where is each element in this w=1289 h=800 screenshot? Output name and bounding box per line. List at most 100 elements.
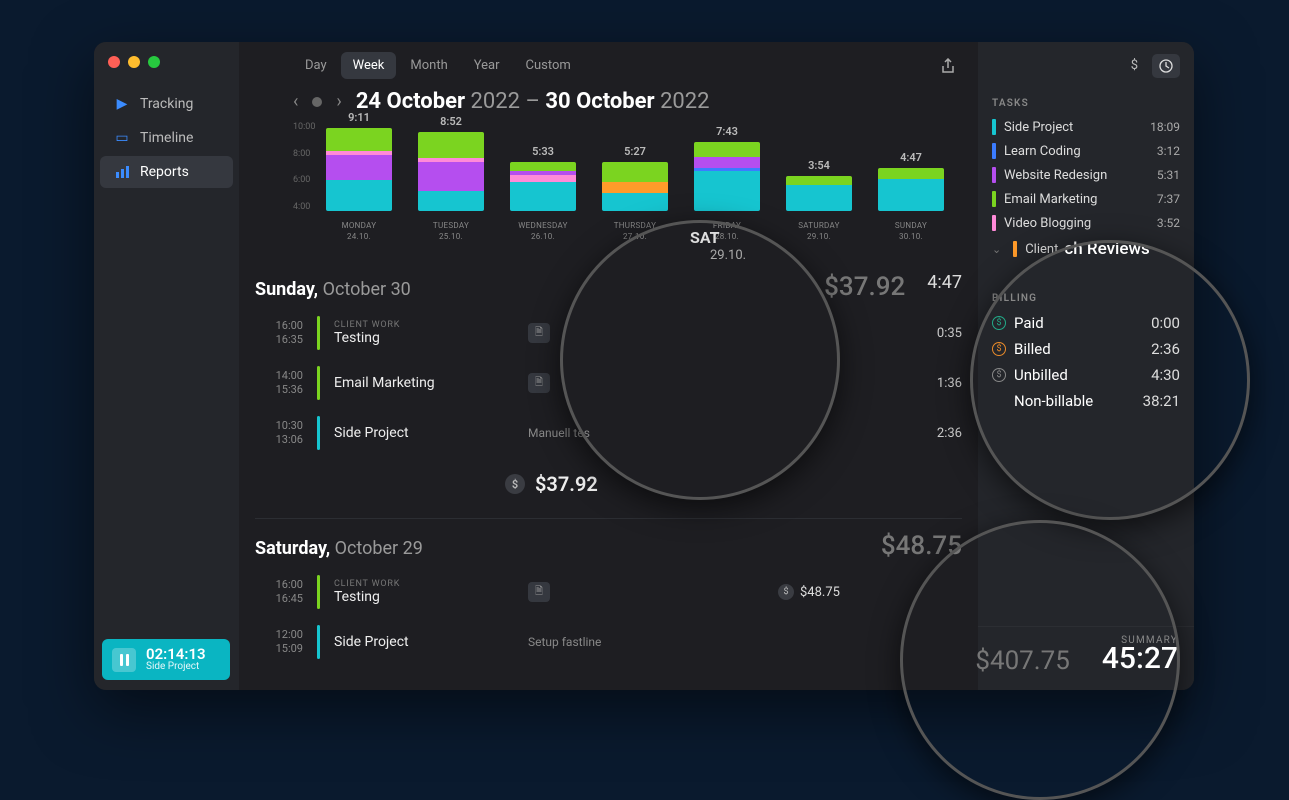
entry-time-range: 16:0016:35 [255,319,303,348]
date-from-year: 2022 [471,89,520,114]
billing-item[interactable]: $Unbilled4:30 [992,362,1180,388]
bar-segment [694,171,760,212]
bar-segment [786,176,852,185]
task-item[interactable]: Email Marketing7:37 [992,187,1180,211]
entry-client: CLIENT WORK [334,320,514,330]
task-item[interactable]: Side Project18:09 [992,115,1180,139]
document-icon[interactable]: 🗎 [528,582,550,602]
entry-color-bar [317,366,320,400]
bar-day-label: THURSDAY27.10. [614,221,657,242]
chart-day[interactable]: 7:43FRIDAY28.10. [693,125,761,242]
chart-yaxis: 10:008:006:004:00 [293,122,315,242]
timer-widget[interactable]: 02:14:13 Side Project [102,639,230,680]
bar-segment [602,193,668,211]
document-icon[interactable]: 🗎 [528,373,550,393]
entry-client: CLIENT WORK [334,579,514,589]
bar-total: 5:27 [624,145,646,158]
task-item[interactable]: Video Blogging3:52 [992,211,1180,235]
task-name: Client [1025,242,1058,257]
task-name: Side Project [1004,120,1073,135]
share-icon[interactable] [934,54,962,78]
entry-time-range: 16:0016:45 [255,578,303,607]
pause-button[interactable] [112,648,136,672]
close-icon[interactable] [108,56,120,68]
document-icon[interactable]: 🗎 [528,323,550,343]
range-tab-month[interactable]: Month [398,52,459,79]
chart-day[interactable]: 9:11MONDAY24.10. [325,111,393,242]
time-entry[interactable]: 12:0015:09Side ProjectSetup fastline [255,617,962,667]
billing-section-label: BILLING [992,293,1180,304]
date-from-day: 24 October [356,89,465,114]
timeline-icon: ▭ [114,130,130,146]
today-button[interactable] [312,97,322,107]
task-item[interactable]: Learn Coding3:12 [992,139,1180,163]
task-color-swatch [1013,241,1017,257]
range-tab-custom[interactable]: Custom [514,52,583,79]
entry-note: 🗎 [528,582,764,602]
currency-toggle[interactable]: $ [1125,54,1144,78]
entry-color-bar [317,575,320,609]
y-tick: 8:00 [293,149,315,159]
bar-day-label: SUNDAY30.10. [895,221,927,242]
sidebar-item-tracking[interactable]: ▶ Tracking [100,88,233,120]
bill-name: Billed [1014,340,1051,358]
task-item[interactable]: ⌄Clientch Reviews [992,235,1180,263]
bill-status-icon: $ [992,316,1006,330]
topbar: DayWeekMonthYearCustom [239,42,978,85]
billing-list: $Paid0:00$Billed2:36$Unbilled4:30Non-bil… [992,310,1180,414]
chart-day[interactable]: 5:33WEDNESDAY26.10. [509,145,577,242]
chart-day[interactable]: 4:47SUNDAY30.10. [877,151,945,242]
bill-name: Unbilled [1014,366,1068,384]
chart-day[interactable]: 8:52TUESDAY25.10. [417,115,485,242]
chevron-down-icon[interactable]: ⌄ [992,243,1001,256]
range-tab-week[interactable]: Week [341,52,397,79]
billing-item[interactable]: $Paid0:00 [992,310,1180,336]
bar-segment [510,182,576,211]
sidebar-nav: ▶ Tracking ▭ Timeline Reports [94,78,239,190]
date-to-day: 30 October [545,89,654,114]
prev-period-button[interactable]: ‹ [293,91,298,112]
sidebar-item-reports[interactable]: Reports [100,156,233,188]
bill-duration: 2:36 [1151,340,1180,358]
billing-item[interactable]: Non-billable38:21 [992,388,1180,414]
chart-day[interactable]: 3:54SATURDAY29.10. [785,159,853,242]
time-entry[interactable]: 10:3013:06Side ProjectManuell tes2:36 [255,408,962,458]
day-title: Sunday, October 30 [255,279,411,300]
bar-total: 8:52 [440,115,462,128]
summary-label: SUMMARY [1121,635,1178,646]
task-name: Learn Coding [1004,144,1081,159]
time-entry[interactable]: 16:0016:35CLIENT WORKTesting🗎0:35 [255,308,962,358]
range-tab-year[interactable]: Year [462,52,512,79]
week-chart: 10:008:006:004:00 9:11MONDAY24.10.8:52TU… [239,122,978,250]
lens-day-date: 29.10. [710,248,746,263]
task-item[interactable]: Website Redesign5:31 [992,163,1180,187]
bar-segment [510,175,576,182]
main-panel: DayWeekMonthYearCustom ‹ › 24 October 20… [239,42,978,690]
timer-text: 02:14:13 Side Project [146,647,206,672]
day-title: Saturday, October 29 [255,538,423,559]
bar-segment [878,179,944,211]
task-color-swatch [992,215,996,231]
clock-toggle[interactable] [1152,54,1180,78]
range-tab-day[interactable]: Day [293,52,339,79]
time-entry[interactable]: 14:0015:36Email Marketing🗎1:36 [255,358,962,408]
bar-segment [786,185,852,211]
sidebar-item-timeline[interactable]: ▭ Timeline [100,122,233,154]
entry-color-bar [317,316,320,350]
minimize-icon[interactable] [128,56,140,68]
bar-segment [694,157,760,168]
billing-item[interactable]: $Billed2:36 [992,336,1180,362]
billed-amount: $37.92 [535,472,598,496]
bill-name: Non-billable [1014,392,1093,410]
next-period-button[interactable]: › [336,91,341,112]
lens-day-abbrev: SAT [690,228,720,247]
bill-name: Paid [1014,314,1044,332]
time-entry[interactable]: 16:0016:45CLIENT WORKTesting🗎$ $48.75 [255,567,962,617]
sidebar-item-label: Tracking [140,96,193,112]
chart-day[interactable]: 5:27 THURSDAY27.10. [601,145,669,242]
day-header: Saturday, October 29$48.75 [255,518,962,567]
maximize-icon[interactable] [148,56,160,68]
date-to-year: 2022 [660,89,709,114]
bar-stack [878,168,944,211]
window-traffic-lights[interactable] [94,42,239,78]
